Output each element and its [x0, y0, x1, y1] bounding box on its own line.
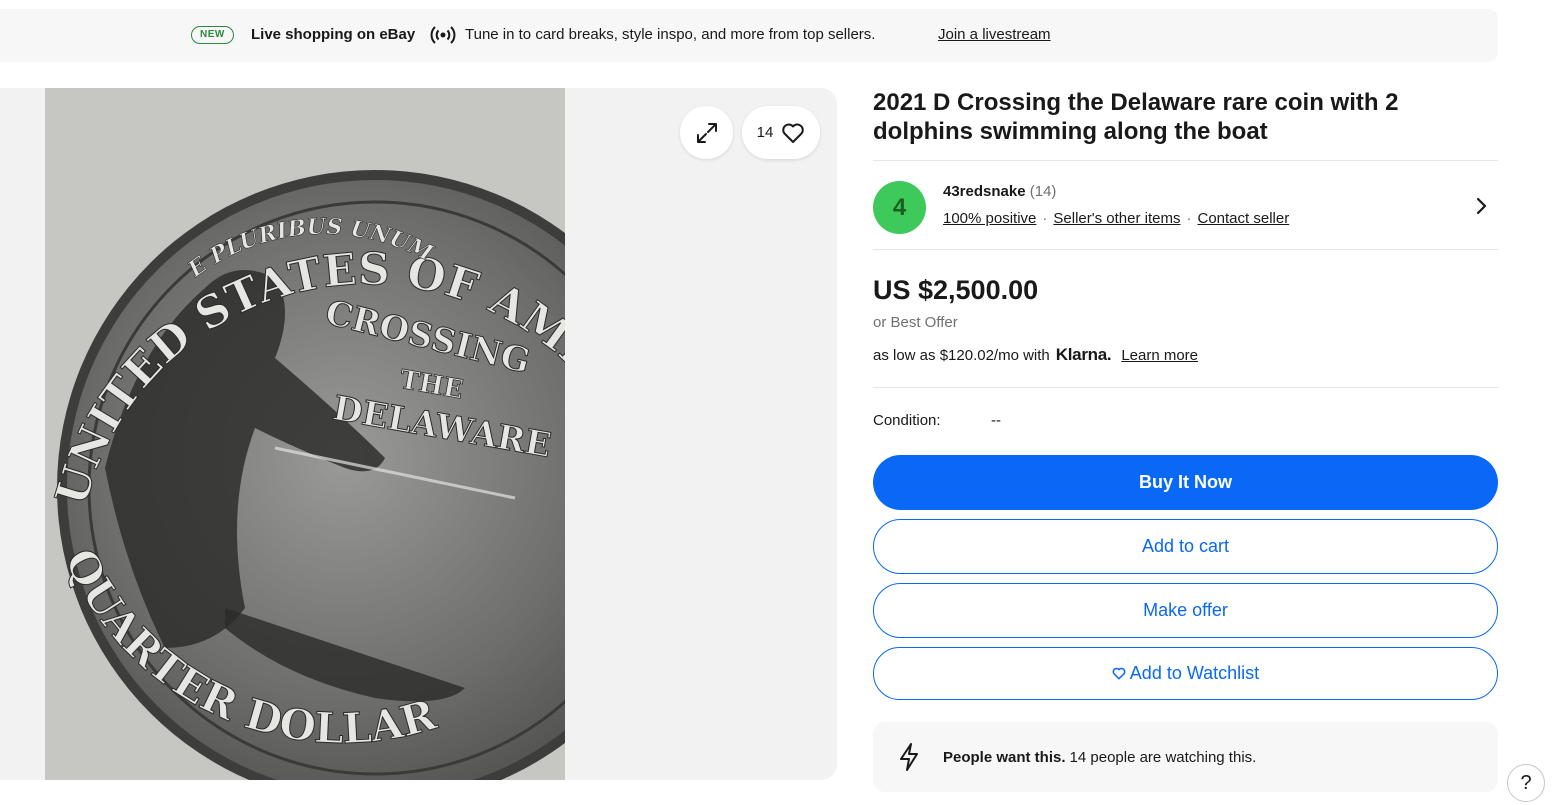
help-button[interactable]: ?	[1507, 764, 1545, 802]
expand-icon	[696, 122, 717, 143]
new-badge: NEW	[191, 26, 234, 44]
item-photo[interactable]: UNITED STATES OF AMERICA E PLURIBUS UNUM…	[45, 88, 565, 780]
seller-name-row: 43redsnake (14)	[943, 183, 1056, 200]
condition-row: Condition: --	[873, 412, 1498, 432]
best-offer-label: or Best Offer	[873, 314, 958, 331]
condition-value: --	[991, 412, 1001, 429]
item-title: 2021 D Crossing the Delaware rare coin w…	[873, 89, 1399, 145]
heart-icon	[1112, 667, 1126, 680]
make-offer-button[interactable]: Make offer	[873, 583, 1498, 638]
demand-notice: People want this. 14 people are watching…	[873, 722, 1498, 792]
seller-name[interactable]: 43redsnake	[943, 183, 1026, 200]
divider	[873, 387, 1498, 388]
separator-dot: ·	[1186, 210, 1192, 227]
seller-card[interactable]: 4 43redsnake (14) 100% positive · Seller…	[873, 161, 1498, 249]
klarna-financing: as low as $120.02/mo with Klarna. Learn …	[873, 345, 1498, 365]
klarna-logo: Klarna.	[1055, 345, 1112, 364]
watch-count-button[interactable]: 14	[742, 106, 820, 159]
add-to-watchlist-button[interactable]: Add to Watchlist	[873, 647, 1498, 700]
banner-title: Live shopping on eBay	[251, 26, 416, 43]
klarna-learn-more-link[interactable]: Learn more	[1121, 347, 1198, 364]
lightning-icon	[900, 743, 918, 771]
heart-icon	[782, 123, 805, 143]
add-to-watchlist-label: Add to Watchlist	[1129, 663, 1260, 683]
separator-dot: ·	[1042, 210, 1048, 227]
item-price: US $2,500.00	[873, 275, 1039, 305]
item-details: 2021 D Crossing the Delaware rare coin w…	[873, 88, 1498, 792]
live-shopping-banner: NEW Live shopping on eBay Tune in to car…	[0, 9, 1498, 62]
broadcast-icon	[430, 26, 456, 44]
banner-description: Tune in to card breaks, style inspo, and…	[465, 26, 876, 43]
condition-label: Condition:	[873, 412, 941, 429]
buy-it-now-button[interactable]: Buy It Now	[873, 455, 1498, 510]
join-livestream-link[interactable]: Join a livestream	[938, 26, 1051, 43]
klarna-text: as low as $120.02/mo with	[873, 346, 1050, 364]
demand-text: 14 people are watching this.	[1069, 748, 1257, 766]
seller-avatar[interactable]: 4	[873, 181, 926, 234]
divider	[873, 249, 1498, 250]
seller-positive-link[interactable]: 100% positive	[943, 210, 1036, 227]
demand-headline: People want this.	[943, 748, 1066, 766]
add-to-cart-button[interactable]: Add to cart	[873, 519, 1498, 574]
expand-image-button[interactable]	[680, 106, 733, 159]
contact-seller-link[interactable]: Contact seller	[1197, 210, 1289, 227]
watch-count: 14	[756, 124, 774, 141]
image-gallery: UNITED STATES OF AMERICA E PLURIBUS UNUM…	[0, 88, 837, 780]
seller-links: 100% positive · Seller's other items · C…	[943, 210, 1289, 227]
coin-image: UNITED STATES OF AMERICA E PLURIBUS UNUM…	[45, 88, 565, 780]
seller-feedback-count: (14)	[1029, 183, 1057, 200]
chevron-right-icon[interactable]	[1474, 197, 1488, 215]
seller-other-items-link[interactable]: Seller's other items	[1053, 210, 1180, 227]
